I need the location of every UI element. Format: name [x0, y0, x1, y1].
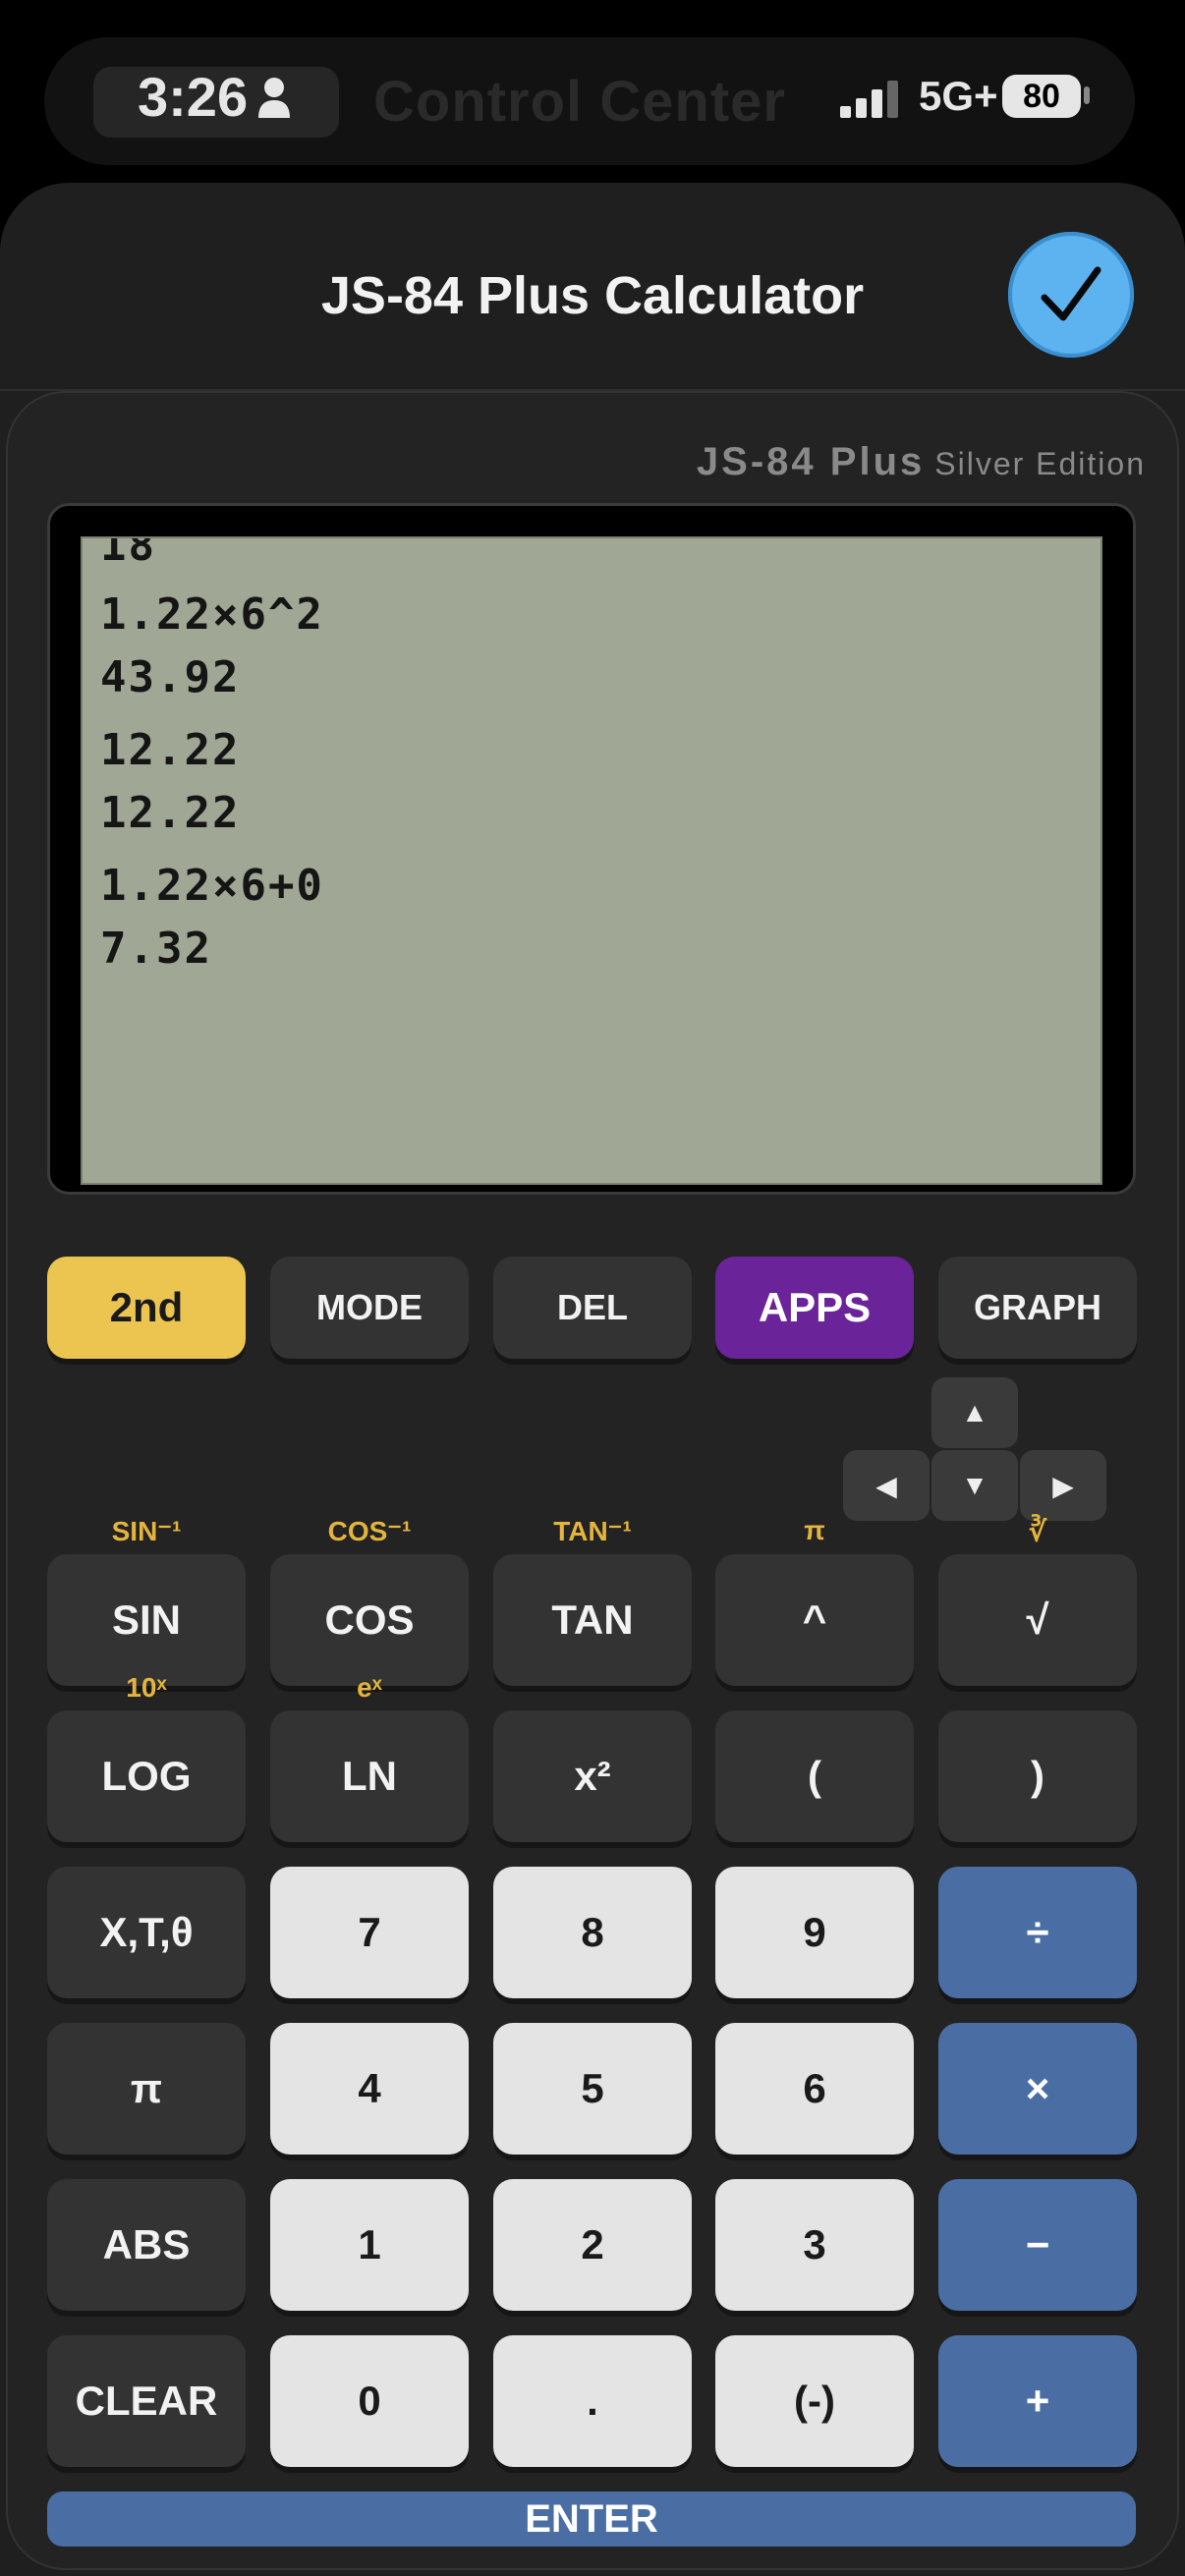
dpad-left-button[interactable]: ◀: [843, 1450, 930, 1521]
multiply-key[interactable]: ×: [938, 2023, 1137, 2155]
calculator-brand: JS-84 Plus Silver Edition: [697, 440, 1146, 484]
subtract-key[interactable]: −: [938, 2179, 1137, 2311]
digit-7-key[interactable]: 7: [270, 1867, 469, 1998]
person-icon: [258, 78, 290, 118]
clear-key[interactable]: CLEAR: [47, 2335, 246, 2467]
pi-key[interactable]: π: [47, 2023, 246, 2155]
digit-9-key[interactable]: 9: [715, 1867, 914, 1998]
dpad-right-button[interactable]: ▶: [1020, 1450, 1106, 1521]
divide-key[interactable]: ÷: [938, 1867, 1137, 1998]
power-key[interactable]: ^: [715, 1554, 914, 1686]
display-line: 43.92: [100, 652, 241, 702]
done-button[interactable]: [1008, 232, 1134, 358]
digit-5-key[interactable]: 5: [493, 2023, 692, 2155]
digit-2-key[interactable]: 2: [493, 2179, 692, 2311]
battery-level: 80: [1002, 75, 1081, 118]
open-paren-key[interactable]: (: [715, 1710, 914, 1842]
display-line: 1.22×6+0: [100, 861, 324, 911]
brand-name: JS-84 Plus: [696, 440, 926, 483]
second-label-sin: SIN⁻¹: [111, 1516, 182, 1546]
log-key[interactable]: LOG: [47, 1710, 246, 1842]
display-line: 7.32: [100, 924, 212, 974]
display-line: 12.22: [100, 788, 241, 838]
square-key[interactable]: x²: [493, 1710, 692, 1842]
sqrt-key[interactable]: √: [938, 1554, 1137, 1686]
calculator-display: 18 1.22×6^2 43.92 12.22 12.22 1.22×6+0 7…: [81, 536, 1102, 1185]
close-paren-key[interactable]: ): [938, 1710, 1137, 1842]
second-label-log: 10ˣ: [126, 1672, 167, 1703]
display-line: 12.22: [100, 725, 241, 775]
brand-edition: Silver Edition: [934, 446, 1146, 481]
cos-key[interactable]: COS: [270, 1554, 469, 1686]
dpad-up-button[interactable]: ▲: [931, 1377, 1018, 1448]
display-line: 1.22×6^2: [100, 589, 324, 640]
network-type: 5G+: [919, 73, 998, 119]
mode-key[interactable]: MODE: [270, 1257, 469, 1359]
sin-key[interactable]: SIN: [47, 1554, 246, 1686]
digit-3-key[interactable]: 3: [715, 2179, 914, 2311]
battery-tip: [1084, 86, 1090, 104]
abs-key[interactable]: ABS: [47, 2179, 246, 2311]
graph-key[interactable]: GRAPH: [938, 1257, 1137, 1359]
second-label-ln: eˣ: [357, 1672, 382, 1703]
enter-key[interactable]: ENTER: [47, 2492, 1136, 2547]
digit-6-key[interactable]: 6: [715, 2023, 914, 2155]
digit-0-key[interactable]: 0: [270, 2335, 469, 2467]
second-label-sqrt: ∛: [1029, 1516, 1046, 1546]
decimal-key[interactable]: .: [493, 2335, 692, 2467]
digit-8-key[interactable]: 8: [493, 1867, 692, 1998]
ln-key[interactable]: LN: [270, 1710, 469, 1842]
variable-key[interactable]: X,T,θ: [47, 1867, 246, 1998]
cellular-signal-icon: [840, 81, 898, 118]
display-line: 18: [100, 536, 156, 571]
control-center-ghost-title: Control Center: [373, 70, 786, 134]
status-time: 3:26: [138, 66, 249, 128]
delete-key[interactable]: DEL: [493, 1257, 692, 1359]
tan-key[interactable]: TAN: [493, 1554, 692, 1686]
digit-1-key[interactable]: 1: [270, 2179, 469, 2311]
apps-key[interactable]: APPS: [715, 1257, 914, 1359]
negate-key[interactable]: (-): [715, 2335, 914, 2467]
second-key[interactable]: 2nd: [47, 1257, 246, 1359]
add-key[interactable]: +: [938, 2335, 1137, 2467]
second-label-pow: π: [804, 1515, 825, 1545]
second-label-cos: COS⁻¹: [327, 1516, 412, 1546]
digit-4-key[interactable]: 4: [270, 2023, 469, 2155]
checkmark-icon: [1041, 266, 1101, 321]
dpad-down-button[interactable]: ▼: [931, 1450, 1018, 1521]
second-label-tan: TAN⁻¹: [553, 1516, 632, 1546]
